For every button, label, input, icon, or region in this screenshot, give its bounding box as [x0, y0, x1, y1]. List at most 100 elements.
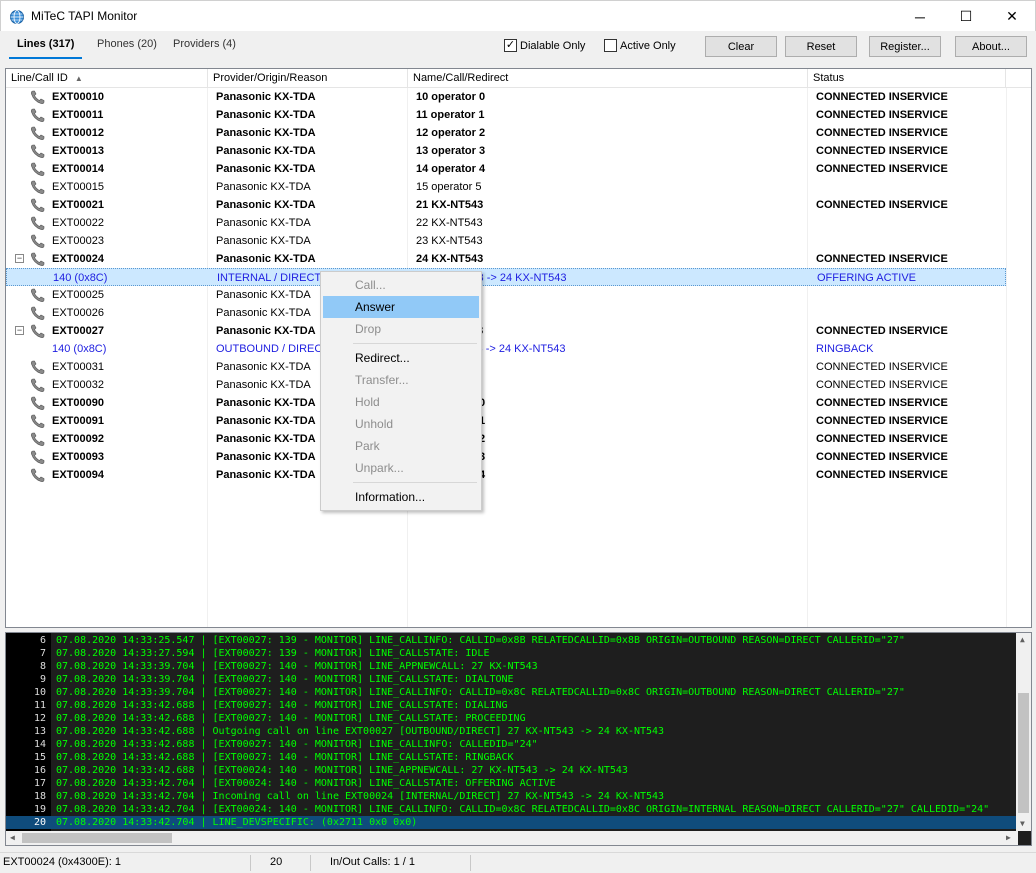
log-line[interactable]: 20 07.08.2020 14:33:42.704 | LINE_DEVSPEC… — [6, 816, 1018, 829]
line-row[interactable]: EXT00032Panasonic KX-TDA32 LobbyCONNECTE… — [6, 376, 1006, 394]
log-line[interactable]: 17 07.08.2020 14:33:42.704 | [EXT00024: 1… — [6, 777, 1018, 790]
column-header-provider[interactable]: Provider/Origin/Reason — [208, 69, 408, 88]
event-log[interactable]: 6 07.08.2020 14:33:25.547 | [EXT00027: 13… — [5, 632, 1032, 846]
column-header-status[interactable]: Status — [808, 69, 1006, 88]
log-line-text: 07.08.2020 14:33:42.688 | [EXT00027: 140… — [56, 700, 508, 711]
dialable-only-label: Dialable Only — [520, 39, 586, 52]
phone-icon — [30, 216, 46, 231]
line-row[interactable]: −EXT00027Panasonic KX-TDA27 KX-NT543CONN… — [6, 322, 1006, 340]
register-button[interactable]: Register... — [869, 36, 941, 57]
line-row[interactable]: − EXT00024 Panasonic KX-TDA 24 KX-NT543 CONN… — [6, 250, 1006, 268]
phone-icon — [30, 396, 46, 411]
line-id-cell: EXT00015 — [52, 181, 104, 193]
menu-item-unpark[interactable]: Unpark... — [323, 457, 479, 479]
call-row[interactable]: 140 (0x8C) INTERNAL / DIRECT 27 KX-NT543 -… — [6, 268, 1006, 286]
log-vertical-scrollbar[interactable]: ▲ ▼ — [1016, 633, 1031, 831]
status-cell: CONNECTED INSERVICE — [816, 361, 948, 373]
log-horizontal-scrollbar[interactable]: ◀ ▶ — [6, 831, 1018, 845]
tab-providers[interactable]: Providers (4) — [165, 37, 244, 59]
minimize-button[interactable]: ─ — [897, 1, 943, 32]
line-row[interactable]: EXT00022 Panasonic KX-TDA 22 KX-NT543 — [6, 214, 1006, 232]
log-line[interactable]: 9 07.08.2020 14:33:39.704 | [EXT00027: 14… — [6, 673, 1018, 686]
line-row[interactable]: EXT00093Panasonic KX-TDA93 operator 3CON… — [6, 448, 1006, 466]
close-button[interactable]: ✕ — [989, 1, 1035, 32]
tab-phones[interactable]: Phones (20) — [89, 37, 165, 59]
line-row[interactable]: EXT00025 Panasonic KX-TDA — [6, 286, 1006, 304]
line-id-cell: EXT00010 — [52, 91, 104, 103]
log-line[interactable]: 7 07.08.2020 14:33:27.594 | [EXT00027: 13… — [6, 647, 1018, 660]
scroll-left-icon[interactable]: ◀ — [10, 833, 15, 842]
menu-separator — [353, 482, 477, 483]
line-row[interactable]: EXT00026 Panasonic KX-TDA — [6, 304, 1006, 322]
line-row[interactable]: EXT00015 Panasonic KX-TDA 15 operator 5 — [6, 178, 1006, 196]
menu-item-transfer[interactable]: Transfer... — [323, 369, 479, 391]
tab-lines[interactable]: Lines (317) — [9, 37, 83, 59]
active-only-label: Active Only — [620, 39, 676, 52]
scroll-right-icon[interactable]: ▶ — [1006, 833, 1011, 842]
line-row[interactable]: EXT00012 Panasonic KX-TDA 12 operator 2 CON… — [6, 124, 1006, 142]
phone-icon — [30, 252, 46, 267]
status-divider — [310, 855, 311, 871]
reset-button[interactable]: Reset — [785, 36, 857, 57]
phone-icon — [30, 180, 46, 195]
menu-item-unhold[interactable]: Unhold — [323, 413, 479, 435]
log-line[interactable]: 10 07.08.2020 14:33:39.704 | [EXT00027: 1… — [6, 686, 1018, 699]
line-id-cell: EXT00021 — [52, 199, 104, 211]
menu-item-redirect[interactable]: Redirect... — [323, 347, 479, 369]
provider-cell: Panasonic KX-TDA — [216, 109, 316, 121]
column-header-line[interactable]: Line/Call ID ▲ — [6, 69, 208, 88]
line-row[interactable]: EXT00014 Panasonic KX-TDA 14 operator 4 CON… — [6, 160, 1006, 178]
log-line-number: 10 — [33, 687, 46, 698]
log-line[interactable]: 14 07.08.2020 14:33:42.688 | [EXT00027: 1… — [6, 738, 1018, 751]
column-header-name[interactable]: Name/Call/Redirect — [408, 69, 808, 88]
line-row[interactable]: EXT00010 Panasonic KX-TDA 10 operator 0 CON… — [6, 88, 1006, 106]
log-line[interactable]: 15 07.08.2020 14:33:42.688 | [EXT00027: 1… — [6, 751, 1018, 764]
status-cell: CONNECTED INSERVICE — [816, 325, 948, 337]
log-line[interactable]: 11 07.08.2020 14:33:42.688 | [EXT00027: 1… — [6, 699, 1018, 712]
status-cell: CONNECTED INSERVICE — [816, 451, 948, 463]
maximize-button[interactable]: ☐ — [943, 1, 989, 32]
log-line[interactable]: 16 07.08.2020 14:33:42.688 | [EXT00024: 1… — [6, 764, 1018, 777]
line-row[interactable]: EXT00023 Panasonic KX-TDA 23 KX-NT543 — [6, 232, 1006, 250]
line-row[interactable]: EXT00091Panasonic KX-TDA91 operator 1CON… — [6, 412, 1006, 430]
call-row[interactable]: 140 (0x8C) OUTBOUND / DIRECT 27 KX-NT543 -… — [6, 340, 1006, 358]
log-line[interactable]: 8 07.08.2020 14:33:39.704 | [EXT00027: 14… — [6, 660, 1018, 673]
log-line[interactable]: 19 07.08.2020 14:33:42.704 | [EXT00024: 1… — [6, 803, 1018, 816]
clear-button[interactable]: Clear — [705, 36, 777, 57]
menu-item-drop[interactable]: Drop — [323, 318, 479, 340]
menu-item-call[interactable]: Call... — [323, 274, 479, 296]
line-row[interactable]: EXT00031Panasonic KX-TDA31 LobbyCONNECTE… — [6, 358, 1006, 376]
active-only-checkbox[interactable]: Active Only — [604, 39, 676, 52]
menu-item-park[interactable]: Park — [323, 435, 479, 457]
line-row[interactable]: EXT00013 Panasonic KX-TDA 13 operator 3 CON… — [6, 142, 1006, 160]
column-header-line-label: Line/Call ID — [11, 72, 68, 84]
collapse-icon[interactable]: − — [15, 326, 24, 335]
line-row[interactable]: EXT00011 Panasonic KX-TDA 11 operator 1 CON… — [6, 106, 1006, 124]
status-cell: CONNECTED INSERVICE — [816, 199, 948, 211]
log-line[interactable]: 12 07.08.2020 14:33:42.688 | [EXT00027: 1… — [6, 712, 1018, 725]
log-horizontal-scroll-thumb[interactable] — [22, 833, 172, 843]
line-row[interactable]: EXT00094Panasonic KX-TDA94 operator 4CON… — [6, 466, 1006, 484]
menu-item-answer[interactable]: Answer — [323, 296, 479, 318]
log-line[interactable]: 6 07.08.2020 14:33:25.547 | [EXT00027: 13… — [6, 634, 1018, 647]
log-line[interactable]: 13 07.08.2020 14:33:42.688 | Outgoing cal… — [6, 725, 1018, 738]
dialable-only-checkbox[interactable]: ✓ Dialable Only — [504, 39, 585, 52]
scroll-up-icon[interactable]: ▲ — [1020, 635, 1025, 644]
line-row[interactable]: EXT00092Panasonic KX-TDA92 operator 2CON… — [6, 430, 1006, 448]
scroll-down-icon[interactable]: ▼ — [1020, 819, 1025, 828]
lines-list[interactable]: Line/Call ID ▲ Provider/Origin/Reason Na… — [5, 68, 1032, 628]
log-line-number: 19 — [33, 804, 46, 815]
about-button[interactable]: About... — [955, 36, 1027, 57]
line-id-cell: EXT00025 — [52, 289, 104, 301]
log-line[interactable]: 18 07.08.2020 14:33:42.704 | Incoming cal… — [6, 790, 1018, 803]
menu-item-hold[interactable]: Hold — [323, 391, 479, 413]
log-line-number: 14 — [33, 739, 46, 750]
collapse-icon[interactable]: − — [15, 254, 24, 263]
phone-icon — [30, 432, 46, 447]
menu-item-information[interactable]: Information... — [323, 486, 479, 508]
log-line-text: 07.08.2020 14:33:27.594 | [EXT00027: 139… — [56, 648, 490, 659]
line-row[interactable]: EXT00021 Panasonic KX-TDA 21 KX-NT543 CONNE… — [6, 196, 1006, 214]
log-line-text: 07.08.2020 14:33:42.688 | Outgoing call … — [56, 726, 665, 737]
log-vertical-scroll-thumb[interactable] — [1018, 693, 1029, 813]
line-row[interactable]: EXT00090Panasonic KX-TDA90 operator 0CON… — [6, 394, 1006, 412]
